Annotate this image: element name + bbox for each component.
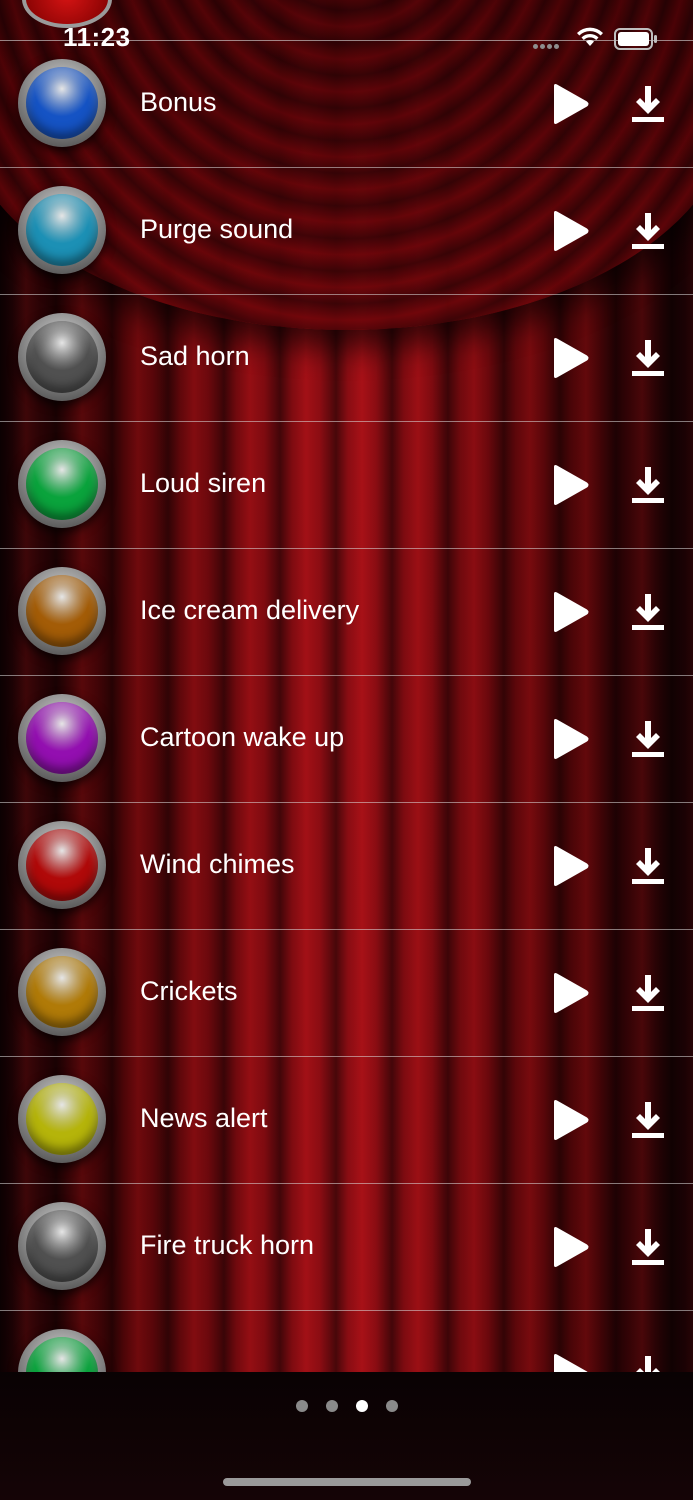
page-dot[interactable] (355, 1400, 368, 1412)
battery-icon (614, 28, 657, 50)
download-icon[interactable] (630, 1354, 666, 1372)
sound-row: Ice cream delivery (0, 549, 693, 676)
download-icon[interactable] (630, 211, 666, 251)
play-icon[interactable] (548, 591, 592, 633)
play-icon[interactable] (548, 337, 592, 379)
play-icon[interactable] (548, 83, 592, 125)
sound-button[interactable] (18, 313, 106, 401)
sound-row (0, 1311, 693, 1372)
sound-row: Crickets (0, 930, 693, 1057)
page-dot[interactable] (385, 1400, 398, 1412)
play-icon[interactable] (548, 718, 592, 760)
sound-label: Purge sound (140, 214, 294, 244)
play-icon[interactable] (548, 464, 592, 506)
sound-button-face (26, 448, 98, 520)
play-icon[interactable] (548, 845, 592, 887)
sound-list: Bonus Purge sound Sad horn Loud siren Ice cr… (0, 41, 693, 1372)
sound-label: Fire truck horn (140, 1230, 315, 1260)
cellular-signal-icon (533, 36, 561, 54)
status-time: 11:23 (63, 22, 131, 52)
download-icon[interactable] (630, 846, 666, 886)
sound-button-face (26, 1337, 98, 1372)
sound-button[interactable] (18, 948, 106, 1036)
sound-button[interactable] (18, 440, 106, 528)
sound-button[interactable] (18, 567, 106, 655)
sound-button[interactable] (18, 694, 106, 782)
status-bar: 11:23 (0, 0, 693, 52)
download-icon[interactable] (630, 719, 666, 759)
download-icon[interactable] (630, 592, 666, 632)
play-icon[interactable] (548, 210, 592, 252)
sound-button-face (26, 1210, 98, 1282)
sound-row: News alert (0, 1057, 693, 1184)
sound-label: Sad horn (140, 341, 250, 371)
play-icon[interactable] (548, 1099, 592, 1141)
sound-button-face (26, 67, 98, 139)
sound-button[interactable] (18, 186, 106, 274)
download-icon[interactable] (630, 465, 666, 505)
download-icon[interactable] (630, 338, 666, 378)
wifi-icon (577, 27, 603, 46)
sound-row: Sad horn (0, 295, 693, 422)
play-icon[interactable] (548, 972, 592, 1014)
sound-label: Cartoon wake up (140, 722, 345, 752)
sound-row: Bonus (0, 41, 693, 168)
sound-button[interactable] (18, 1202, 106, 1290)
page-indicator[interactable] (0, 1400, 693, 1416)
page-dot[interactable] (325, 1400, 338, 1412)
sound-label: Crickets (140, 976, 238, 1006)
sound-label: Bonus (140, 87, 217, 117)
sound-button-face (26, 702, 98, 774)
sound-button-face (26, 1083, 98, 1155)
home-indicator (223, 1478, 471, 1486)
play-icon[interactable] (548, 1353, 592, 1372)
sound-button-face (26, 194, 98, 266)
play-icon[interactable] (548, 1226, 592, 1268)
sound-label: Wind chimes (140, 849, 295, 879)
sound-row: Purge sound (0, 168, 693, 295)
sound-button-face (26, 575, 98, 647)
download-icon[interactable] (630, 1227, 666, 1267)
sound-row: Cartoon wake up (0, 676, 693, 803)
sound-button[interactable] (18, 1329, 106, 1372)
sound-row: Loud siren (0, 422, 693, 549)
sound-button[interactable] (18, 1075, 106, 1163)
sound-button-face (26, 321, 98, 393)
sound-row: Fire truck horn (0, 1184, 693, 1311)
download-icon[interactable] (630, 84, 666, 124)
sound-button[interactable] (18, 59, 106, 147)
download-icon[interactable] (630, 1100, 666, 1140)
page-dot[interactable] (295, 1400, 308, 1412)
sound-button-face (26, 956, 98, 1028)
download-icon[interactable] (630, 973, 666, 1013)
sound-label: Ice cream delivery (140, 595, 360, 625)
sound-label: Loud siren (140, 468, 267, 498)
sound-button[interactable] (18, 821, 106, 909)
sound-button-face (26, 829, 98, 901)
sound-row: Wind chimes (0, 803, 693, 930)
sound-label: News alert (140, 1103, 268, 1133)
